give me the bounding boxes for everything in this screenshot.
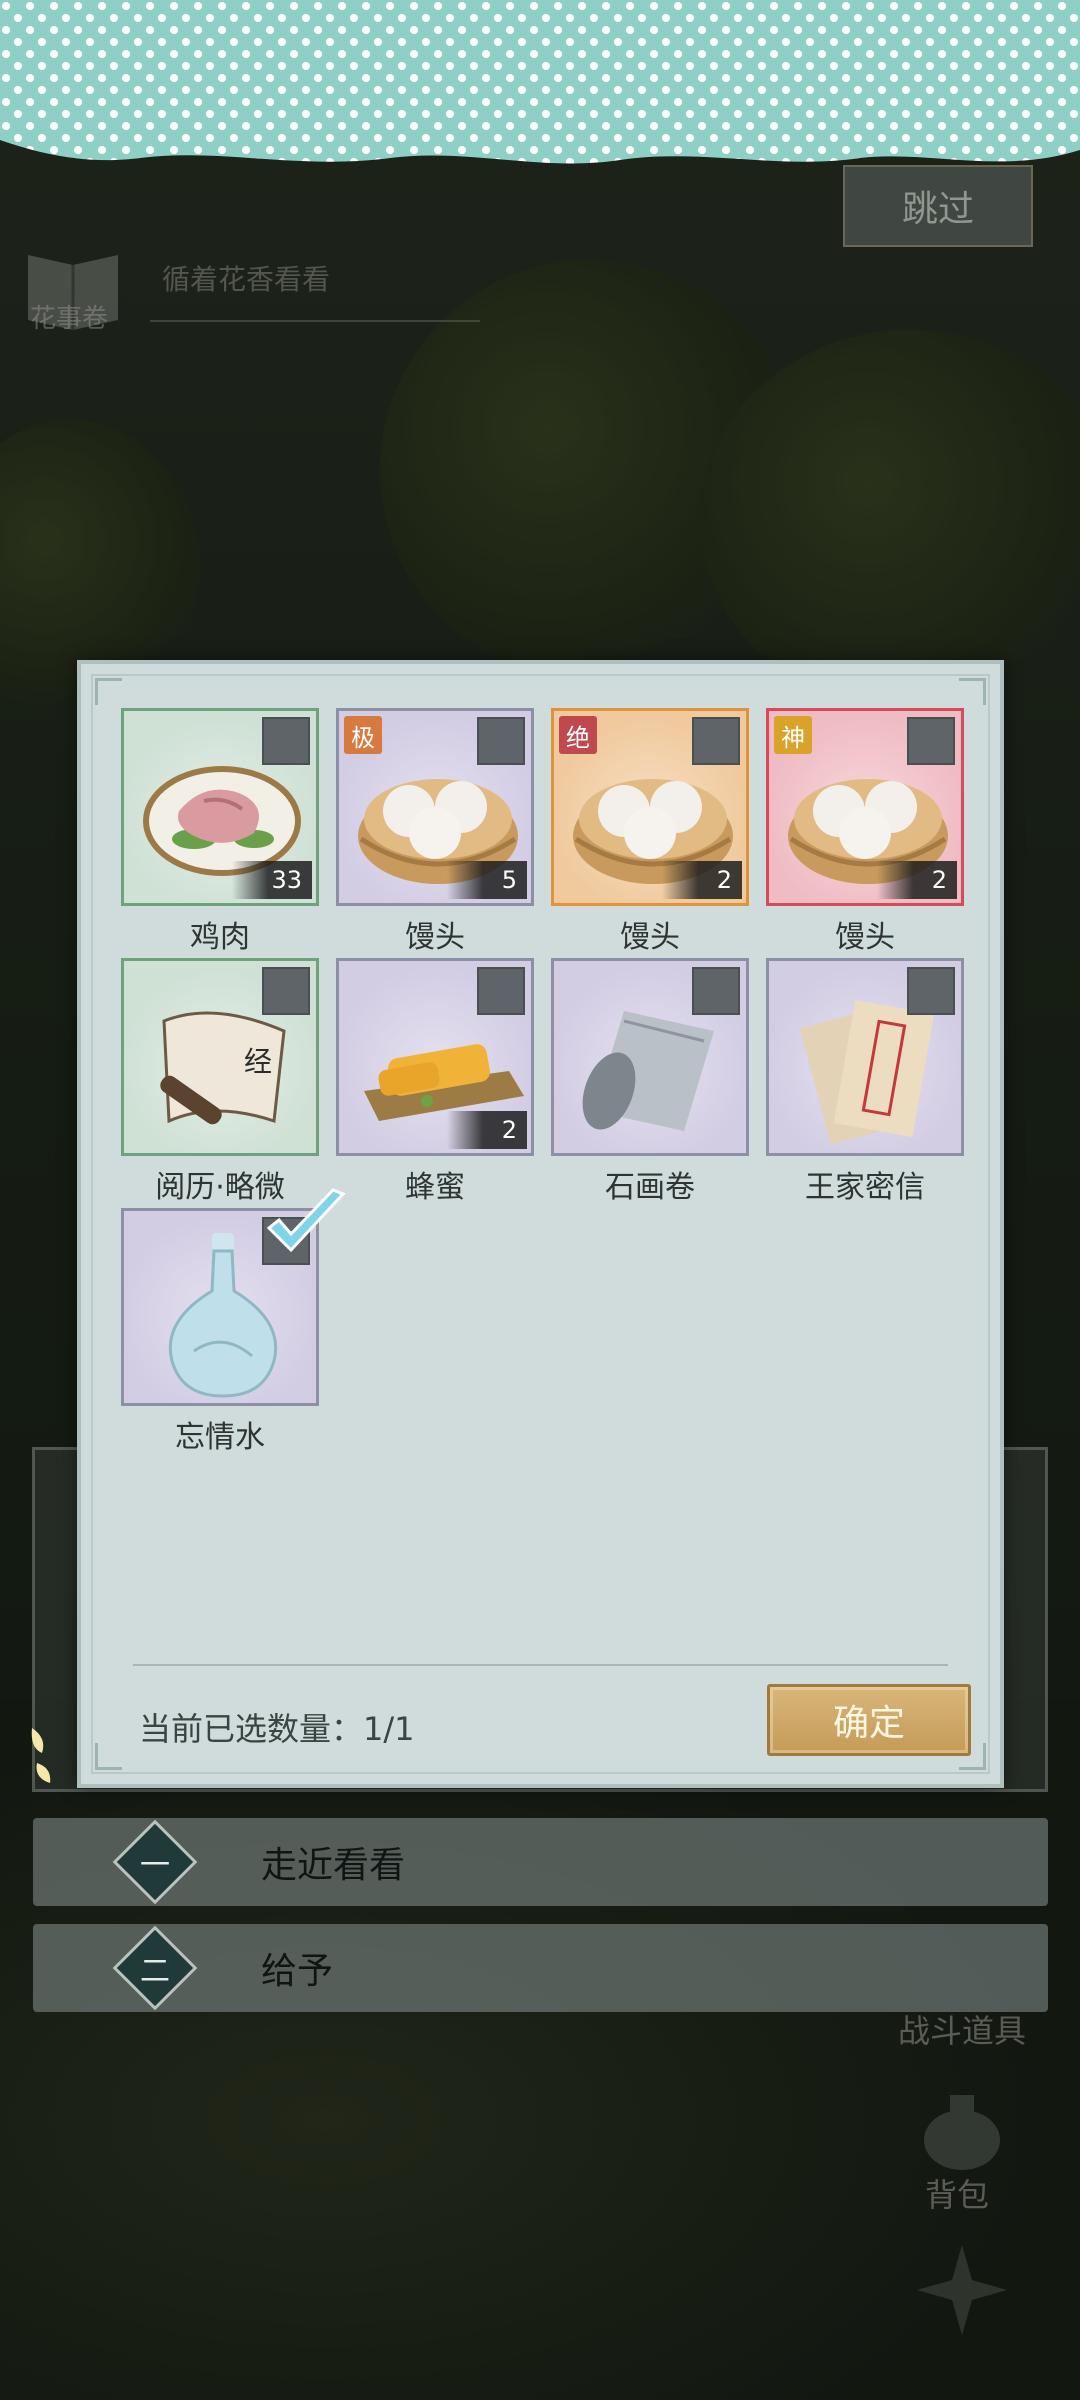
- grade-badge: 绝: [559, 716, 597, 754]
- item-checkbox[interactable]: [692, 967, 740, 1015]
- item-name: 馒头: [620, 920, 680, 955]
- item-checkbox[interactable]: [262, 967, 310, 1015]
- item-name: 忘情水: [175, 1420, 265, 1455]
- frame-corner: [95, 678, 122, 705]
- item-name: 石画卷: [605, 1170, 695, 1205]
- item-count: 5: [447, 861, 527, 899]
- frame-corner: [95, 1743, 122, 1770]
- item-count: 2: [447, 1111, 527, 1149]
- divider: [150, 320, 480, 322]
- item-checkbox[interactable]: [907, 967, 955, 1015]
- frame-corner: [959, 678, 986, 705]
- bag-button[interactable]: 背包: [925, 2170, 989, 2216]
- close-icon[interactable]: [912, 2240, 1012, 2340]
- skip-button[interactable]: 跳过: [843, 165, 1033, 247]
- dialog-divider: [133, 1664, 948, 1666]
- selected-count-label: 当前已选数量：1/1: [139, 1710, 415, 1748]
- choice-label: 走近看看: [261, 1845, 406, 1886]
- item-frame[interactable]: 经: [121, 958, 319, 1156]
- choice-option-1[interactable]: 一 走近看看: [33, 1818, 1048, 1906]
- quest-book-label: 花事卷: [30, 304, 109, 334]
- item-count: 2: [662, 861, 742, 899]
- grade-badge: 神: [774, 716, 812, 754]
- choice-number: 一: [140, 1848, 170, 1883]
- battle-items-button[interactable]: 战斗道具: [898, 2006, 1026, 2052]
- choice-number: 二: [140, 1954, 170, 1989]
- item-frame[interactable]: 2: [336, 958, 534, 1156]
- item-select-dialog: 33 鸡肉 极 5 馒头 绝 2 馒头 神 2 馒头 经 阅历·略微 2 蜂蜜 …: [77, 660, 1004, 1788]
- item-frame[interactable]: [766, 958, 964, 1156]
- item-count: 33: [232, 861, 312, 899]
- item-checkbox[interactable]: [477, 717, 525, 765]
- item-frame[interactable]: 极 5: [336, 708, 534, 906]
- grade-badge: 极: [344, 716, 382, 754]
- item-checkbox[interactable]: [692, 717, 740, 765]
- checkmark-icon: [266, 1188, 346, 1253]
- choice-label: 给予: [261, 1951, 334, 1992]
- item-checkbox[interactable]: [262, 717, 310, 765]
- item-name: 蜂蜜: [405, 1170, 465, 1205]
- item-name: 馒头: [835, 920, 895, 955]
- item-name: 鸡肉: [190, 920, 250, 955]
- top-banner: [0, 0, 1080, 164]
- item-name: 馒头: [405, 920, 465, 955]
- item-count: 2: [877, 861, 957, 899]
- confirm-button[interactable]: 确定: [767, 1684, 971, 1756]
- item-checkbox[interactable]: [907, 717, 955, 765]
- choice-option-2[interactable]: 二 给予: [33, 1924, 1048, 2012]
- item-frame[interactable]: 神 2: [766, 708, 964, 906]
- quest-hint: 循着花香看看: [162, 263, 331, 296]
- item-frame[interactable]: [551, 958, 749, 1156]
- bag-icon[interactable]: [912, 2085, 1012, 2175]
- svg-text:经: 经: [244, 1045, 272, 1078]
- item-checkbox[interactable]: [477, 967, 525, 1015]
- item-frame[interactable]: 33: [121, 708, 319, 906]
- item-frame[interactable]: 绝 2: [551, 708, 749, 906]
- butterfly-icon: [22, 1718, 72, 1788]
- item-name: 王家密信: [805, 1170, 925, 1205]
